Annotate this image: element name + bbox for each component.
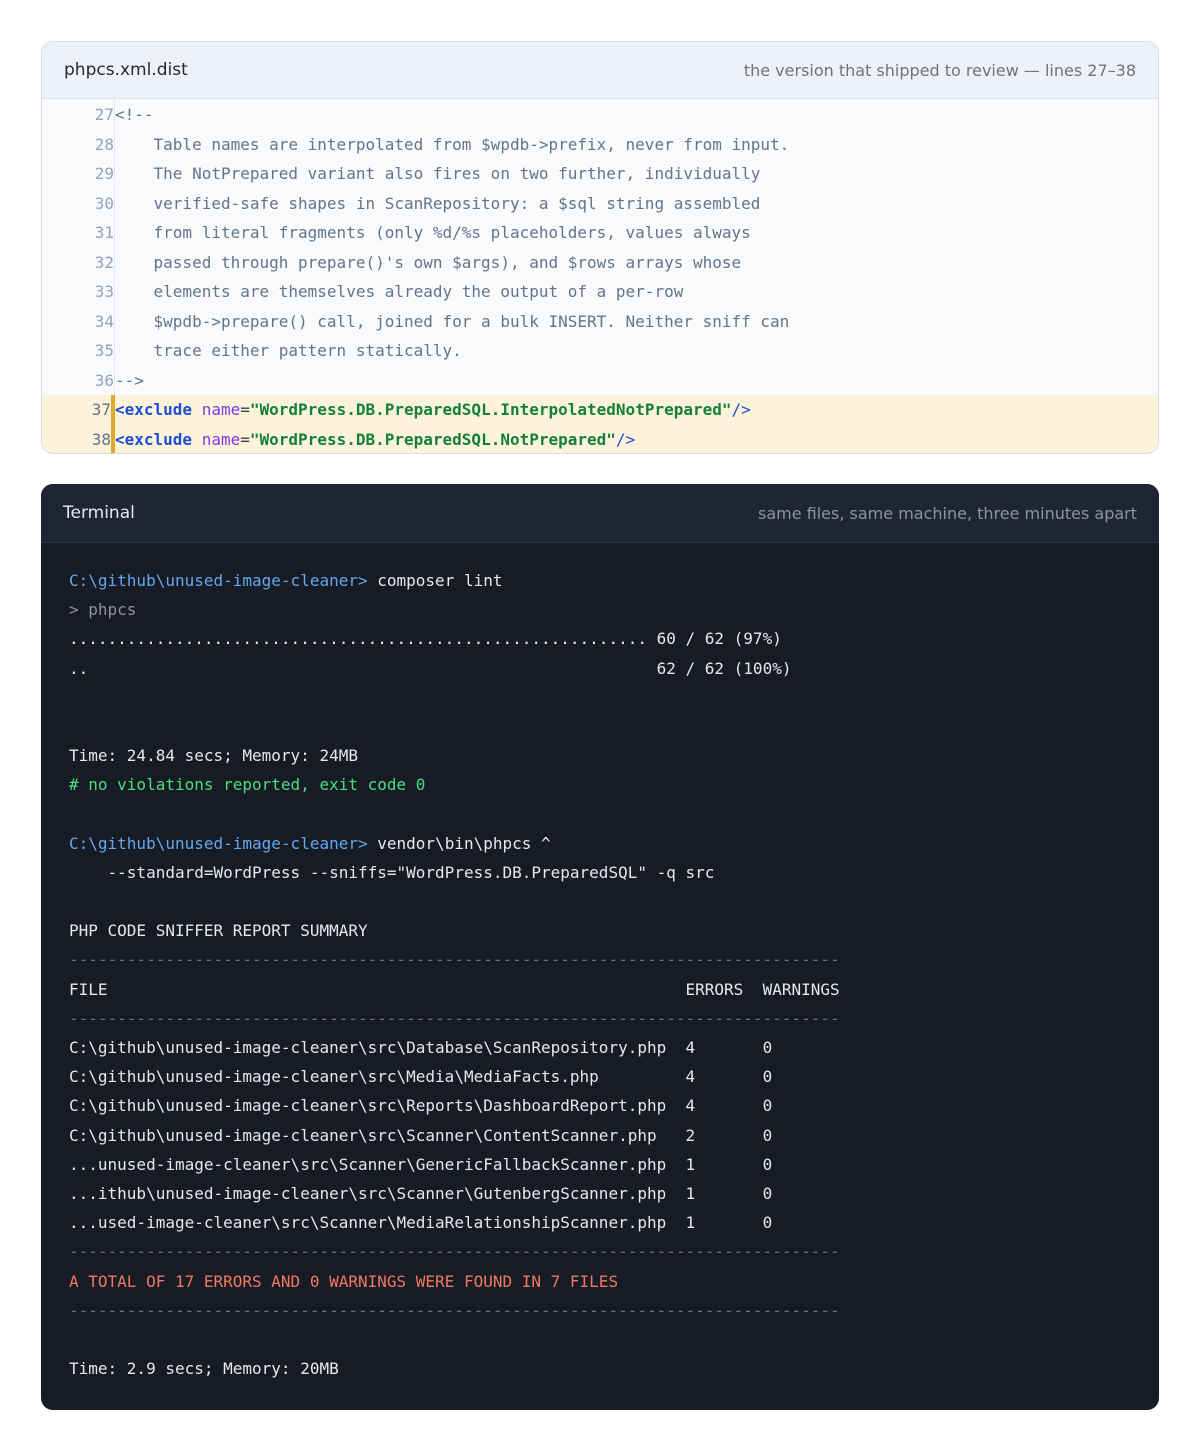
terminal-output[interactable]: C:\github\unused-image-cleaner> composer… bbox=[41, 543, 1159, 1383]
code-text: Table names are interpolated from $wpdb-… bbox=[115, 134, 790, 154]
xml-tag-open: <exclude bbox=[115, 400, 193, 419]
code-text: <exclude name="WordPress.DB.PreparedSQL.… bbox=[115, 425, 1158, 454]
code-text: --> bbox=[115, 370, 144, 390]
xml-tag-close: /> bbox=[731, 400, 751, 419]
code-text: verified-safe shapes in ScanRepository: … bbox=[115, 193, 761, 213]
xml-tag-close: /> bbox=[615, 429, 636, 449]
command-text: vendor\bin\phpcs ^ bbox=[367, 833, 551, 853]
report-rule: ----------------------------------------… bbox=[69, 1300, 840, 1320]
code-text: from literal fragments (only %d/%s place… bbox=[115, 223, 751, 242]
line-number: 34 bbox=[42, 306, 115, 336]
report-title: PHP CODE SNIFFER REPORT SUMMARY bbox=[69, 921, 368, 941]
report-row: ...ithub\unused-image-cleaner\src\Scanne… bbox=[69, 1183, 773, 1203]
script-echo: > phpcs bbox=[69, 600, 137, 620]
file-panel-header: phpcs.xml.dist the version that shipped … bbox=[42, 42, 1158, 99]
code-line: 35 trace either pattern statically. bbox=[42, 336, 1158, 366]
code-line: 30 verified-safe shapes in ScanRepositor… bbox=[42, 188, 1158, 218]
code-line: 29 The NotPrepared variant also fires on… bbox=[42, 159, 1158, 189]
report-row: C:\github\unused-image-cleaner\src\Datab… bbox=[69, 1038, 773, 1057]
xml-equals: = bbox=[240, 429, 250, 449]
code-text: elements are themselves already the outp… bbox=[115, 282, 684, 301]
terminal-title: Terminal bbox=[63, 503, 135, 523]
command-line: C:\github\unused-image-cleaner> vendor\b… bbox=[69, 829, 1159, 858]
progress-line: .. 62 / 62 (100%) bbox=[69, 658, 792, 678]
line-number: 29 bbox=[42, 159, 115, 189]
code-line: 28 Table names are interpolated from $wp… bbox=[42, 129, 1158, 159]
file-panel-caption: the version that shipped to review — lin… bbox=[743, 60, 1136, 80]
xml-attr-name: name bbox=[201, 400, 241, 419]
shell-prompt: C:\github\unused-image-cleaner> bbox=[69, 571, 368, 590]
timing-line: Time: 24.84 secs; Memory: 24MB bbox=[69, 746, 358, 766]
terminal-panel: Terminal same files, same machine, three… bbox=[41, 484, 1159, 1410]
xml-attr-value: "WordPress.DB.PreparedSQL.NotPrepared" bbox=[249, 429, 616, 449]
report-rule: ----------------------------------------… bbox=[69, 1008, 840, 1028]
highlighted-code-line: 37 <exclude name="WordPress.DB.PreparedSQ… bbox=[42, 395, 1158, 425]
highlighted-code-line: 38 <exclude name="WordPress.DB.PreparedSQ… bbox=[42, 424, 1158, 454]
line-number: 30 bbox=[42, 188, 115, 218]
code-line: 33 elements are themselves already the o… bbox=[42, 277, 1158, 307]
report-row: C:\github\unused-image-cleaner\src\Repor… bbox=[69, 1096, 773, 1116]
report-row: ...unused-image-cleaner\src\Scanner\Gene… bbox=[69, 1154, 773, 1174]
terminal-header: Terminal same files, same machine, three… bbox=[41, 484, 1159, 543]
code-text: trace either pattern statically. bbox=[115, 341, 462, 360]
report-header-row: FILE ERRORS WARNINGS bbox=[69, 979, 840, 999]
command-line: C:\github\unused-image-cleaner> composer… bbox=[69, 566, 1159, 595]
code-listing: 27 <!-- 28 Table names are interpolated f… bbox=[42, 99, 1158, 454]
file-name: phpcs.xml.dist bbox=[64, 60, 188, 80]
command-text: composer lint bbox=[367, 571, 503, 590]
line-number: 31 bbox=[42, 218, 115, 248]
line-number: 36 bbox=[42, 365, 115, 395]
line-number: 33 bbox=[42, 277, 115, 307]
shell-prompt: C:\github\unused-image-cleaner> bbox=[69, 833, 368, 853]
xml-attr-name: name bbox=[201, 429, 241, 449]
line-number: 32 bbox=[42, 247, 115, 277]
report-total: A TOTAL OF 17 ERRORS AND 0 WARNINGS WERE… bbox=[69, 1271, 619, 1291]
report-rule: ----------------------------------------… bbox=[69, 1242, 840, 1262]
code-file-panel: phpcs.xml.dist the version that shipped … bbox=[41, 41, 1159, 454]
result-comment: # no violations reported, exit code 0 bbox=[69, 775, 426, 795]
code-text: The NotPrepared variant also fires on tw… bbox=[115, 164, 761, 183]
code-line: 31 from literal fragments (only %d/%s pl… bbox=[42, 218, 1158, 248]
report-row: C:\github\unused-image-cleaner\src\Media… bbox=[69, 1067, 773, 1087]
code-line: 34 $wpdb->prepare() call, joined for a b… bbox=[42, 306, 1158, 336]
code-line: 36 --> bbox=[42, 365, 1158, 395]
code-line: 32 passed through prepare()'s own $args)… bbox=[42, 247, 1158, 277]
line-number: 35 bbox=[42, 336, 115, 366]
report-rule: ----------------------------------------… bbox=[69, 950, 840, 970]
line-number: 28 bbox=[42, 129, 115, 159]
report-row: ...used-image-cleaner\src\Scanner\MediaR… bbox=[69, 1213, 773, 1233]
code-text: <!-- bbox=[115, 105, 154, 124]
terminal-caption: same files, same machine, three minutes … bbox=[758, 503, 1137, 523]
xml-attr-value: "WordPress.DB.PreparedSQL.InterpolatedNo… bbox=[249, 400, 732, 419]
line-number: 37 bbox=[42, 395, 115, 425]
code-text: <exclude name="WordPress.DB.PreparedSQL.… bbox=[115, 395, 1158, 425]
report-row: C:\github\unused-image-cleaner\src\Scann… bbox=[69, 1125, 773, 1145]
timing-line: Time: 2.9 secs; Memory: 20MB bbox=[69, 1359, 339, 1379]
code-line: 27 <!-- bbox=[42, 100, 1158, 130]
xml-equals: = bbox=[240, 400, 250, 419]
progress-line: ........................................… bbox=[69, 629, 782, 649]
line-number: 38 bbox=[42, 424, 115, 453]
code-text: passed through prepare()'s own $args), a… bbox=[115, 252, 742, 272]
command-continuation: --standard=WordPress --sniffs="WordPress… bbox=[69, 862, 715, 882]
line-number: 27 bbox=[42, 100, 115, 130]
xml-tag-open: <exclude bbox=[115, 429, 193, 449]
code-text: $wpdb->prepare() call, joined for a bulk… bbox=[115, 311, 790, 331]
